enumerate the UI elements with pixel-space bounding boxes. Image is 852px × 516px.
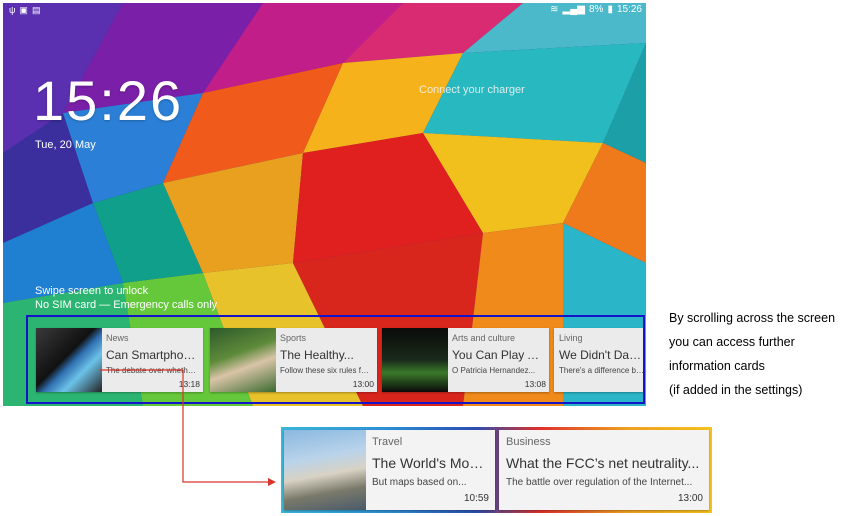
- signal-icon: ▂▄▆: [562, 4, 585, 15]
- charger-message: Connect your charger: [419, 84, 525, 96]
- info-card-business[interactable]: Business What the FCC’s net neutrality..…: [499, 430, 709, 510]
- status-left-icons: ψ▣▤: [9, 5, 44, 16]
- sim-status: No SIM card — Emergency calls only: [35, 299, 218, 311]
- card-title: The World's Most...: [372, 455, 490, 471]
- card-time: 13:00: [677, 493, 703, 504]
- status-right: ≋ ▂▄▆ 8% ▮ 15:26: [550, 4, 642, 15]
- card-time: 10:59: [463, 493, 489, 504]
- card-category: Travel: [372, 436, 403, 448]
- card-category: Business: [506, 436, 551, 448]
- wifi-icon: ≋: [550, 4, 559, 15]
- card-thumbnail: [284, 430, 366, 510]
- usb-icon: ψ: [9, 5, 20, 15]
- unlock-hint[interactable]: Swipe screen to unlock: [35, 285, 148, 297]
- info-card-travel[interactable]: Travel The World's Most... But maps base…: [284, 430, 495, 510]
- lock-clock: 15:26: [33, 69, 184, 132]
- sd-card-icon: ▤: [31, 5, 45, 15]
- status-time: 15:26: [616, 4, 642, 15]
- battery-icon: ▮: [607, 4, 613, 15]
- card-title: What the FCC’s net neutrality...: [506, 455, 700, 471]
- status-bar: ψ▣▤ ≋ ▂▄▆ 8% ▮ 15:26: [3, 3, 646, 19]
- card-description: The battle over regulation of the Intern…: [506, 477, 693, 488]
- annotation-line-1: By scrolling across the screen: [669, 311, 836, 325]
- battery-level: 8%: [589, 4, 604, 15]
- lock-date: Tue, 20 May: [35, 139, 96, 151]
- card-description: But maps based on...: [372, 477, 467, 488]
- cards-highlight-frame: [26, 315, 645, 404]
- annotation-line-2: you can access further: [669, 335, 795, 349]
- annotation-line-4: (if added in the settings): [669, 383, 803, 397]
- annotation-line-3: information cards: [669, 359, 765, 373]
- image-icon: ▣: [19, 5, 32, 15]
